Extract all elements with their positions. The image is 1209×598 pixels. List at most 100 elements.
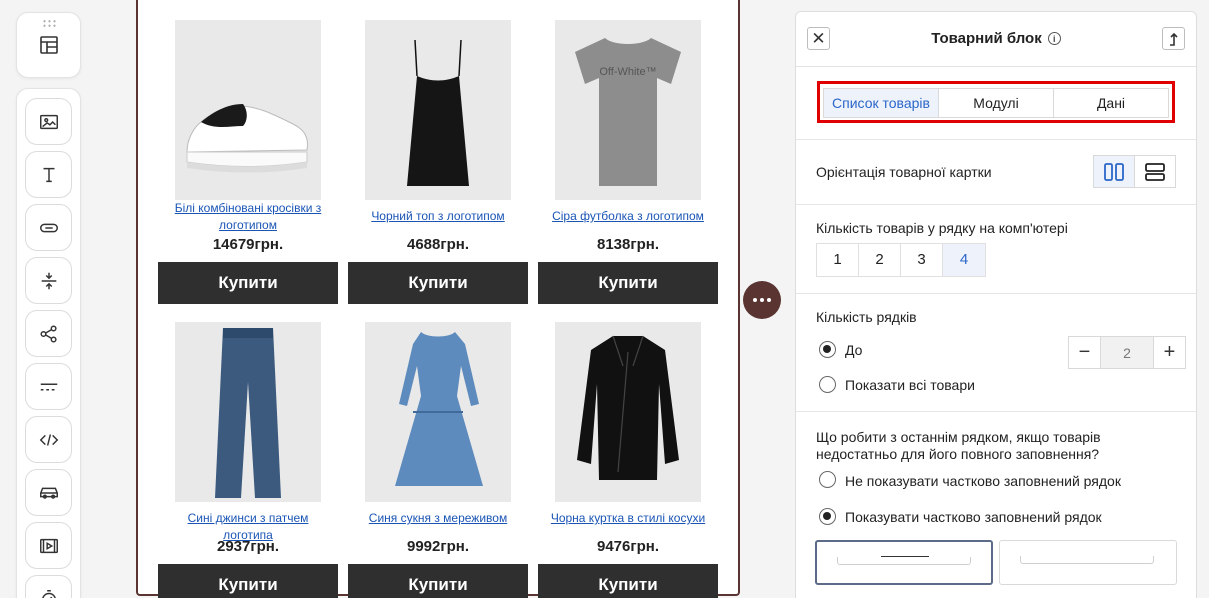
text-block-button[interactable]	[25, 151, 72, 198]
buy-button[interactable]: Купити	[348, 262, 528, 304]
tab-products-list[interactable]: Список товарів	[824, 89, 939, 117]
dot	[767, 298, 771, 302]
product-image[interactable]	[365, 20, 511, 200]
buy-button[interactable]: Купити	[538, 564, 718, 598]
drag-handle-icon[interactable]	[42, 19, 56, 28]
product-price: 2937грн.	[216, 538, 279, 555]
rows-up-to-radio[interactable]	[819, 341, 836, 358]
share-icon	[39, 324, 57, 343]
info-icon[interactable]: i	[1047, 32, 1061, 45]
increment-button[interactable]: +	[1154, 337, 1185, 368]
tabs: Список товарів Модулі Дані	[823, 88, 1169, 118]
preview-row	[1020, 556, 1154, 564]
layout-tool-card	[16, 12, 81, 78]
last-row-hide-radio[interactable]	[819, 471, 836, 488]
divider-icon	[40, 383, 57, 390]
per-row-selector: 1 2 3 4	[816, 243, 986, 277]
alignment-center-option[interactable]	[815, 540, 993, 585]
product-image[interactable]	[365, 322, 511, 502]
rows-stepper: − 2 +	[1068, 336, 1186, 369]
text-icon	[43, 167, 54, 182]
more-options-button[interactable]	[743, 281, 781, 319]
image-icon	[39, 114, 58, 129]
product-price: 9992грн.	[406, 538, 469, 555]
video-icon	[39, 538, 58, 553]
per-row-option-4[interactable]: 4	[943, 244, 985, 276]
last-row-show-label: Показувати частково заповнений рядок	[845, 509, 1102, 525]
product-price: 9476грн.	[596, 538, 659, 555]
orientation-vertical-button[interactable]	[1094, 156, 1135, 187]
panel-title: Товарний блок i	[796, 30, 1196, 47]
last-row-hide-label: Не показувати частково заповнений рядок	[845, 473, 1121, 489]
divider	[796, 139, 1196, 140]
timer-block-button[interactable]	[25, 575, 72, 598]
product-name-link[interactable]: Сіра футболка з логотипом	[538, 208, 718, 225]
product-image[interactable]	[175, 20, 321, 200]
tab-modules[interactable]: Модулі	[939, 89, 1054, 117]
last-row-show-radio[interactable]	[819, 508, 836, 525]
rows-all-label: Показати всі товари	[845, 377, 975, 393]
orientation-toggle	[1093, 155, 1176, 188]
product-price: 8138грн.	[596, 236, 659, 253]
buy-button[interactable]: Купити	[538, 262, 718, 304]
product-image[interactable]: Off-White™	[555, 20, 701, 200]
settings-panel: ✕ Товарний блок i Список товарів Модулі Д…	[795, 11, 1197, 598]
divider	[796, 293, 1196, 294]
divider-block-button[interactable]	[25, 363, 72, 410]
email-canvas[interactable]: Білі комбіновані кросівки з логотипом 146…	[136, 0, 740, 598]
orientation-horizontal-button[interactable]	[1135, 156, 1175, 187]
product-name-link[interactable]: Чорна куртка в стилі косухи	[538, 510, 718, 527]
html-block-button[interactable]	[25, 416, 72, 463]
rows-label: Кількість рядків	[816, 309, 917, 325]
panel-header: ✕ Товарний блок i	[796, 12, 1196, 67]
per-row-option-3[interactable]: 3	[901, 244, 943, 276]
rows-up-to-label: До	[845, 342, 863, 358]
button-icon	[39, 223, 58, 232]
code-icon	[39, 433, 58, 446]
decrement-button[interactable]: −	[1069, 337, 1100, 368]
spacer-block-button[interactable]	[25, 257, 72, 304]
per-row-label: Кількість товарів у рядку на комп'ютері	[816, 220, 1068, 236]
product-image[interactable]	[175, 322, 321, 502]
product-name-link[interactable]: Чорний топ з логотипом	[348, 208, 528, 225]
rows-all-radio[interactable]	[819, 376, 836, 393]
rows-value[interactable]: 2	[1100, 337, 1154, 368]
product-name-link[interactable]: Синя сукня з мереживом	[348, 510, 528, 527]
dot	[753, 298, 757, 302]
product-name-link[interactable]: Білі комбіновані кросівки з логотипом	[158, 200, 338, 234]
last-row-question: Що робити з останнім рядком, якщо товарі…	[816, 429, 1101, 462]
tabs-highlight: Список товарів Модулі Дані	[817, 81, 1175, 123]
arrow-up-icon	[1169, 32, 1178, 46]
product-block-button[interactable]	[25, 469, 72, 516]
timer-icon	[41, 589, 56, 598]
orientation-label: Орієнтація товарної картки	[816, 164, 992, 180]
divider	[796, 411, 1196, 412]
spacer-icon	[41, 272, 56, 289]
buy-button[interactable]: Купити	[348, 564, 528, 598]
dot	[760, 298, 764, 302]
blocks-toolbar	[16, 88, 81, 598]
buy-button[interactable]: Купити	[158, 564, 338, 598]
rows-icon	[1145, 162, 1165, 181]
product-price: 4688грн.	[406, 236, 469, 253]
tshirt-print-text: Off-White™	[599, 66, 656, 78]
layout-icon[interactable]	[37, 33, 61, 62]
divider	[796, 204, 1196, 205]
image-block-button[interactable]	[25, 98, 72, 145]
social-block-button[interactable]	[25, 310, 72, 357]
per-row-option-2[interactable]: 2	[859, 244, 901, 276]
video-block-button[interactable]	[25, 522, 72, 569]
export-button[interactable]	[1162, 27, 1185, 50]
buy-button[interactable]: Купити	[158, 262, 338, 304]
tab-data[interactable]: Дані	[1054, 89, 1168, 117]
product-image[interactable]	[555, 322, 701, 502]
product-price: 14679грн.	[212, 236, 284, 253]
per-row-option-1[interactable]: 1	[817, 244, 859, 276]
panel-title-text: Товарний блок	[931, 30, 1042, 47]
car-icon	[39, 487, 58, 499]
alignment-left-option[interactable]	[999, 540, 1177, 585]
preview-row	[837, 557, 971, 565]
preview-line	[881, 556, 929, 557]
button-block-button[interactable]	[25, 204, 72, 251]
columns-icon	[1104, 162, 1124, 181]
